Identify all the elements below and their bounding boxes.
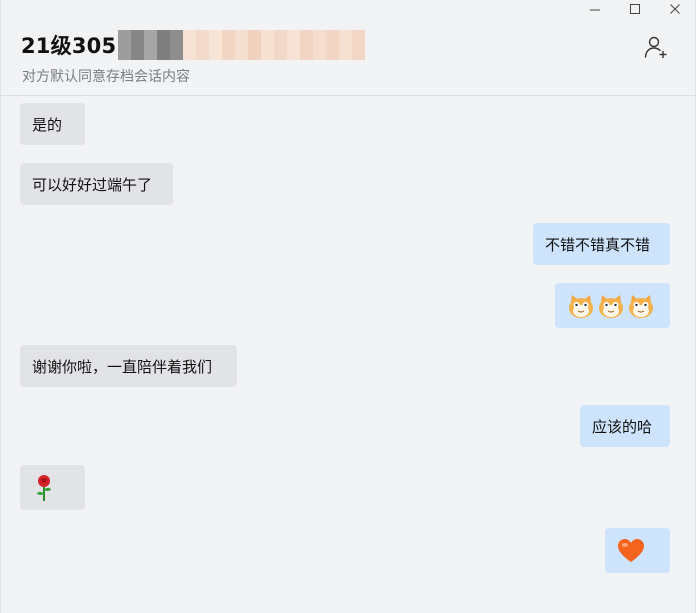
message-bubble-outgoing[interactable]: 应该的哈 — [580, 405, 670, 447]
chat-title: 21级305 — [21, 34, 117, 58]
message-bubble-outgoing-emoji[interactable] — [555, 283, 670, 328]
message-text: 不错不错真不错 — [545, 235, 651, 254]
message-bubble-incoming[interactable]: 是的 — [20, 103, 85, 145]
chat-window: 21级305 对方默认同意存档会话内容 是的 可以好好过端午了 不错不错真不错 … — [0, 0, 696, 613]
rose-icon — [37, 474, 51, 501]
redacted-name-mosaic — [118, 30, 366, 60]
archive-notice: 对方默认同意存档会话内容 — [22, 69, 190, 85]
message-text: 是的 — [32, 115, 63, 134]
cat-face-icon — [599, 294, 623, 318]
message-bubble-outgoing-emoji[interactable] — [605, 528, 670, 573]
message-text: 应该的哈 — [592, 417, 653, 436]
chat-title-row: 21级305 — [21, 27, 366, 63]
message-bubble-incoming[interactable]: 可以好好过端午了 — [20, 163, 173, 205]
message-text: 可以好好过端午了 — [32, 175, 153, 194]
add-user-icon — [644, 36, 667, 58]
cat-face-icon — [629, 294, 653, 318]
message-bubble-outgoing[interactable]: 不错不错真不错 — [533, 223, 670, 265]
message-list[interactable]: 是的 可以好好过端午了 不错不错真不错 谢谢你啦，一直陪伴着我们 应该的哈 — [1, 96, 695, 613]
chat-header: 21级305 对方默认同意存档会话内容 — [1, 0, 695, 96]
add-member-button[interactable] — [643, 34, 669, 60]
message-bubble-incoming-emoji[interactable] — [20, 465, 85, 510]
heart-icon — [618, 538, 644, 562]
cat-face-icon — [569, 294, 593, 318]
message-text: 谢谢你啦，一直陪伴着我们 — [32, 357, 213, 376]
message-bubble-incoming[interactable]: 谢谢你啦，一直陪伴着我们 — [20, 345, 237, 387]
